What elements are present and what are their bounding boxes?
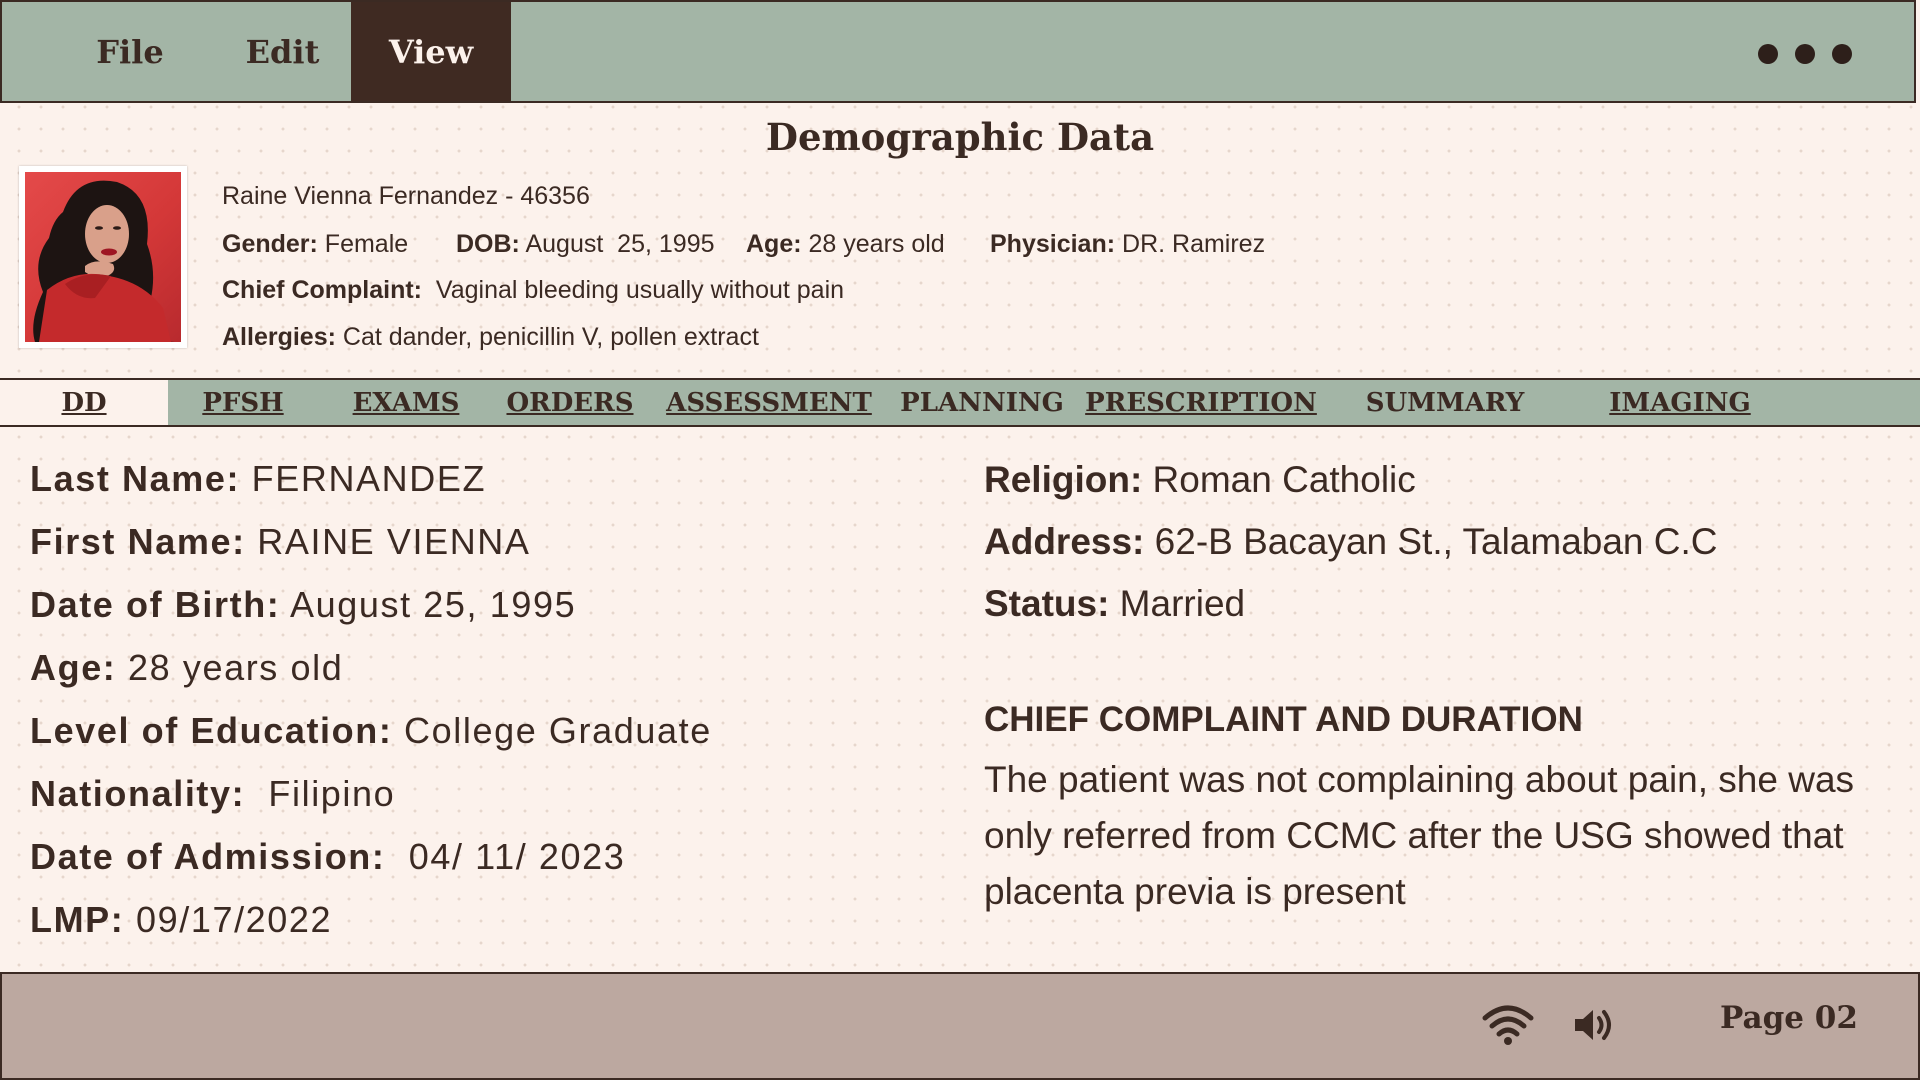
last-name-label: Last Name:: [30, 458, 241, 499]
age-detail-value: 28 years old: [116, 647, 344, 688]
tab-assessment[interactable]: ASSESSMENT: [664, 380, 874, 425]
education-field: Level of Education: College Graduate: [30, 710, 712, 752]
nationality-field: Nationality: Filipino: [30, 773, 395, 815]
status-field: Status: Married: [984, 583, 1245, 625]
gender-field: Gender: Female: [222, 230, 408, 259]
tab-dd[interactable]: DD: [0, 380, 168, 425]
age-detail-label: Age:: [30, 647, 117, 688]
religion-field: Religion: Roman Catholic: [984, 459, 1416, 501]
menu-file[interactable]: File: [90, 2, 170, 101]
first-name-label: First Name:: [30, 521, 246, 562]
date-of-birth-value: August 25, 1995: [280, 584, 577, 625]
age-label: Age:: [746, 230, 802, 258]
status-label: Status:: [984, 583, 1110, 624]
education-value: College Graduate: [392, 710, 712, 751]
dob-value: August 25, 1995: [519, 230, 715, 258]
allergies-value: Cat dander, penicillin V, pollen extract: [335, 323, 759, 351]
tab-exams[interactable]: EXAMS: [344, 380, 468, 425]
address-field: Address: 62-B Bacayan St., Talamaban C.C: [984, 521, 1718, 563]
age-detail-field: Age: 28 years old: [30, 647, 343, 689]
tab-planning[interactable]: PLANNING: [900, 380, 1064, 425]
tab-pfsh[interactable]: PFSH: [196, 380, 290, 425]
religion-label: Religion:: [984, 459, 1143, 500]
page-title: Demographic Data: [765, 115, 1155, 159]
age-value: 28 years old: [801, 230, 945, 258]
admission-date-field: Date of Admission: 04/ 11/ 2023: [30, 836, 625, 878]
patient-name-id: Raine Vienna Fernandez - 46356: [222, 182, 590, 210]
nationality-value: Filipino: [245, 773, 396, 814]
complaint-label: Chief Complaint:: [222, 276, 422, 304]
dob-field: DOB: August 25, 1995: [456, 230, 715, 259]
first-name-field: First Name: RAINE VIENNA: [30, 521, 531, 563]
page-number: Page 02: [1720, 1000, 1858, 1036]
wifi-icon[interactable]: [1482, 1004, 1534, 1046]
lmp-label: LMP:: [30, 899, 125, 940]
tab-orders[interactable]: ORDERS: [505, 380, 635, 425]
education-label: Level of Education:: [30, 710, 393, 751]
tab-bar: DD PFSH EXAMS ORDERS ASSESSMENT PLANNING…: [0, 378, 1920, 427]
date-of-birth-label: Date of Birth:: [30, 584, 281, 625]
complaint-value: Vaginal bleeding usually without pain: [422, 276, 845, 304]
chief-complaint-heading: CHIEF COMPLAINT AND DURATION: [984, 700, 1583, 739]
age-field: Age: 28 years old: [746, 230, 945, 259]
physician-label: Physician:: [990, 230, 1116, 258]
tab-summary[interactable]: SUMMARY: [1360, 380, 1530, 425]
menu-edit[interactable]: Edit: [240, 2, 325, 101]
dot: [1832, 44, 1852, 64]
patient-photo: [19, 166, 187, 348]
lmp-value: 09/17/2022: [124, 899, 333, 940]
address-label: Address:: [984, 521, 1145, 562]
more-dots-icon[interactable]: [1758, 44, 1852, 64]
dob-label: DOB:: [456, 230, 520, 258]
religion-value: Roman Catholic: [1142, 459, 1416, 500]
status-value: Married: [1109, 583, 1246, 624]
dot: [1795, 44, 1815, 64]
gender-label: Gender:: [222, 230, 318, 258]
patient-summary-row: Gender: Female DOB: August 25, 1995 Age:…: [222, 230, 1322, 260]
first-name-value: RAINE VIENNA: [245, 521, 531, 562]
dot: [1758, 44, 1778, 64]
chief-complaint-text: The patient was not complaining about pa…: [984, 759, 1855, 912]
tab-imaging[interactable]: IMAGING: [1600, 380, 1760, 425]
date-of-birth-field: Date of Birth: August 25, 1995: [30, 584, 576, 626]
volume-icon[interactable]: [1573, 1005, 1617, 1045]
nationality-label: Nationality:: [30, 773, 246, 814]
physician-field: Physician: DR. Ramirez: [990, 230, 1265, 259]
lmp-field: LMP: 09/17/2022: [30, 899, 332, 941]
menu-view[interactable]: View: [351, 2, 511, 101]
admission-date-value: 04/ 11/ 2023: [385, 836, 626, 877]
admission-date-label: Date of Admission:: [30, 836, 386, 877]
address-value: 62-B Bacayan St., Talamaban C.C: [1144, 521, 1718, 562]
status-bar: [0, 972, 1920, 1080]
last-name-field: Last Name: FERNANDEZ: [30, 458, 486, 500]
chief-complaint-summary: Chief Complaint: Vaginal bleeding usuall…: [222, 276, 844, 305]
last-name-value: FERNANDEZ: [240, 458, 487, 499]
allergies-label: Allergies:: [222, 323, 336, 351]
physician-value: DR. Ramirez: [1115, 230, 1266, 258]
allergies-summary: Allergies: Cat dander, penicillin V, pol…: [222, 323, 759, 352]
page: File Edit View Demographic Data Raine Vi…: [0, 0, 1920, 1080]
gender-value: Female: [317, 230, 409, 258]
patient-photo-image: [25, 172, 181, 342]
tab-prescription[interactable]: PRESCRIPTION: [1085, 380, 1317, 425]
